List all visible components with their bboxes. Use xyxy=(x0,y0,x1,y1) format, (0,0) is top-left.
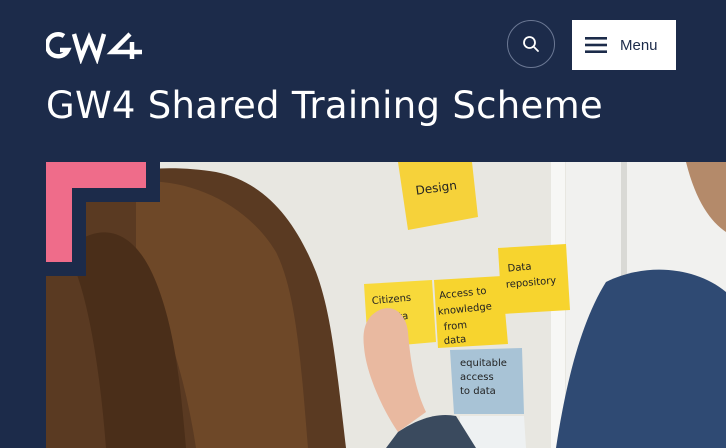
svg-text:equitable: equitable xyxy=(460,358,507,369)
svg-text:access: access xyxy=(460,372,494,383)
corner-accent-shape xyxy=(46,162,160,276)
gw4-logo[interactable] xyxy=(46,28,146,64)
search-button[interactable] xyxy=(507,20,555,68)
page-title: GW4 Shared Training Scheme xyxy=(46,84,603,127)
svg-text:data: data xyxy=(443,334,467,347)
search-icon xyxy=(523,36,539,52)
menu-button[interactable]: Menu xyxy=(572,20,676,70)
sticky-note-equitable-access: equitable access to data xyxy=(450,348,524,414)
sticky-note-data-repository: Data repository xyxy=(498,244,570,314)
site-header: Menu GW4 Shared Training Scheme xyxy=(0,0,726,162)
svg-text:Data: Data xyxy=(507,262,532,275)
svg-text:to data: to data xyxy=(460,386,496,397)
menu-label: Menu xyxy=(620,36,658,54)
sticky-note-access-knowledge: Access to knowledge from data xyxy=(434,276,508,348)
hamburger-icon xyxy=(585,37,607,53)
